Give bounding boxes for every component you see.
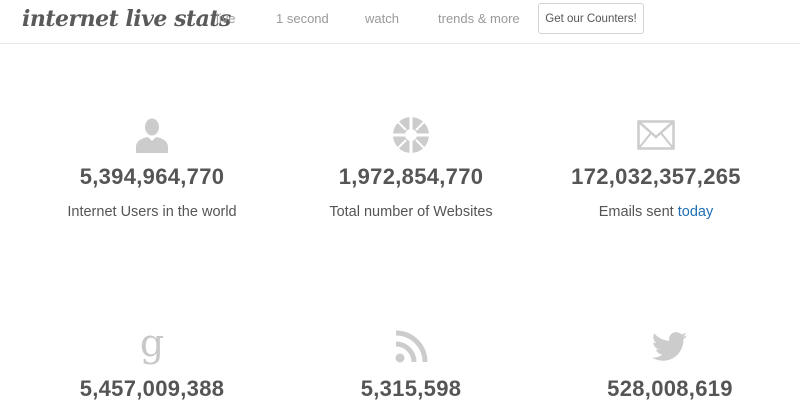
stat-label: Emails sent today (526, 203, 786, 221)
site-logo[interactable]: internet live stats (22, 6, 231, 32)
stat-value: 528,008,619 (607, 376, 733, 401)
rss-icon (391, 327, 431, 367)
get-counters-button[interactable]: Get our Counters! (538, 3, 644, 34)
stat-value: 5,315,598 (360, 376, 462, 401)
stat-value: 5,457,009,388 (79, 376, 225, 401)
google-icon: g (139, 321, 165, 365)
stat-value: 5,394,964,770 (79, 164, 225, 189)
nav-link-live[interactable]: live (216, 11, 236, 26)
stat-google-searches: g 5,457,009,388 (22, 321, 282, 402)
nav-link-1-second[interactable]: 1 second (276, 11, 329, 26)
stat-label-text: Emails sent (598, 204, 674, 220)
stat-emails: 172,032,357,265 Emails sent today (526, 115, 786, 221)
stat-blog-posts: 5,315,598 (281, 327, 541, 402)
today-link[interactable]: today (678, 204, 713, 220)
top-navbar: internet live stats live 1 second watch … (0, 0, 800, 44)
nav-link-watch[interactable]: watch (365, 11, 399, 26)
twitter-icon (650, 327, 690, 367)
stat-value: 1,972,854,770 (338, 164, 484, 189)
user-icon (132, 115, 172, 155)
envelope-icon (636, 115, 676, 155)
nav-link-trends[interactable]: trends & more (438, 11, 520, 26)
globe-icon (391, 115, 431, 155)
stat-label: Internet Users in the world (67, 204, 237, 220)
stat-tweets: 528,008,619 (540, 327, 800, 402)
stat-websites: 1,972,854,770 Total number of Websites (281, 115, 541, 221)
stat-internet-users: 5,394,964,770 Internet Users in the worl… (22, 115, 282, 221)
stat-value: 172,032,357,265 (571, 164, 741, 189)
stat-label: Total number of Websites (329, 204, 493, 220)
